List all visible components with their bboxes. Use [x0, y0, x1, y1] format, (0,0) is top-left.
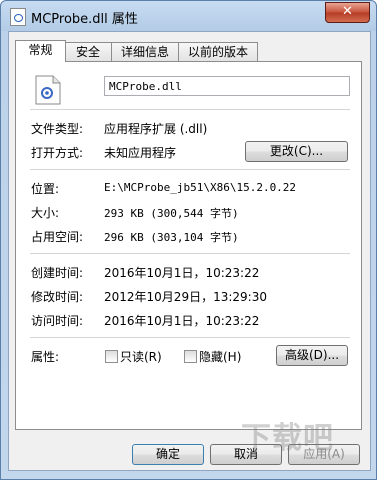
open-with-value: 未知应用程序 [104, 146, 177, 160]
size-value: 293 KB (300,544 字节) [104, 207, 239, 220]
tab-details[interactable]: 详细信息 [111, 42, 179, 61]
divider [30, 169, 350, 170]
divider [30, 109, 350, 110]
ok-button[interactable]: 确定 [132, 444, 204, 465]
tab-general[interactable]: 常规 [15, 40, 66, 62]
close-button[interactable]: ✕ [325, 2, 370, 23]
change-button[interactable]: 更改(C)... [245, 141, 348, 162]
tab-security[interactable]: 安全 [64, 42, 112, 61]
accessed-value: 2016年10月1日，10:23:22 [104, 314, 260, 328]
dialog-client: 常规 安全 详细信息 以前的版本 MCProbe.dll 文件类型: 应用程序扩… [8, 31, 371, 471]
properties-window: MCProbe.dll 属性 ✕ 常规 安全 详细信息 以前的版本 MCProb… [0, 0, 377, 480]
title-bar: MCProbe.dll 属性 ✕ [1, 1, 376, 31]
window-title: MCProbe.dll 属性 [31, 12, 138, 27]
modified-value: 2012年10月29日，13:29:30 [104, 290, 267, 304]
readonly-checkbox[interactable] [105, 350, 118, 363]
dll-file-icon [10, 8, 26, 26]
general-panel: MCProbe.dll 文件类型: 应用程序扩展 (.dll) 打开方式: 未知… [15, 61, 362, 430]
size-label: 大小: [31, 206, 60, 220]
hidden-checkbox[interactable] [184, 350, 197, 363]
readonly-label[interactable]: 只读(R) [120, 348, 162, 365]
location-value: E:\MCProbe_jb51\X86\15.2.0.22 [104, 181, 297, 194]
attributes-label: 属性: [31, 350, 60, 364]
size-on-disk-label: 占用空间: [31, 230, 84, 244]
modified-label: 修改时间: [31, 290, 84, 304]
open-with-label: 打开方式: [31, 146, 84, 160]
divider [30, 337, 350, 338]
file-name-input[interactable]: MCProbe.dll [104, 76, 350, 96]
advanced-button[interactable]: 高级(D)... [276, 345, 348, 366]
created-value: 2016年10月1日，10:23:22 [104, 266, 260, 280]
size-on-disk-value: 296 KB (303,104 字节) [104, 231, 239, 244]
file-type-value: 应用程序扩展 (.dll) [104, 122, 208, 136]
accessed-label: 访问时间: [31, 314, 84, 328]
created-label: 创建时间: [31, 266, 84, 280]
hidden-label[interactable]: 隐藏(H) [199, 348, 241, 365]
divider [30, 253, 350, 254]
dll-file-large-icon [35, 75, 61, 105]
watermark-logo: 下载吧 [241, 421, 334, 456]
tab-previous-versions[interactable]: 以前的版本 [178, 42, 258, 61]
location-label: 位置: [31, 182, 60, 196]
file-type-label: 文件类型: [31, 122, 84, 136]
